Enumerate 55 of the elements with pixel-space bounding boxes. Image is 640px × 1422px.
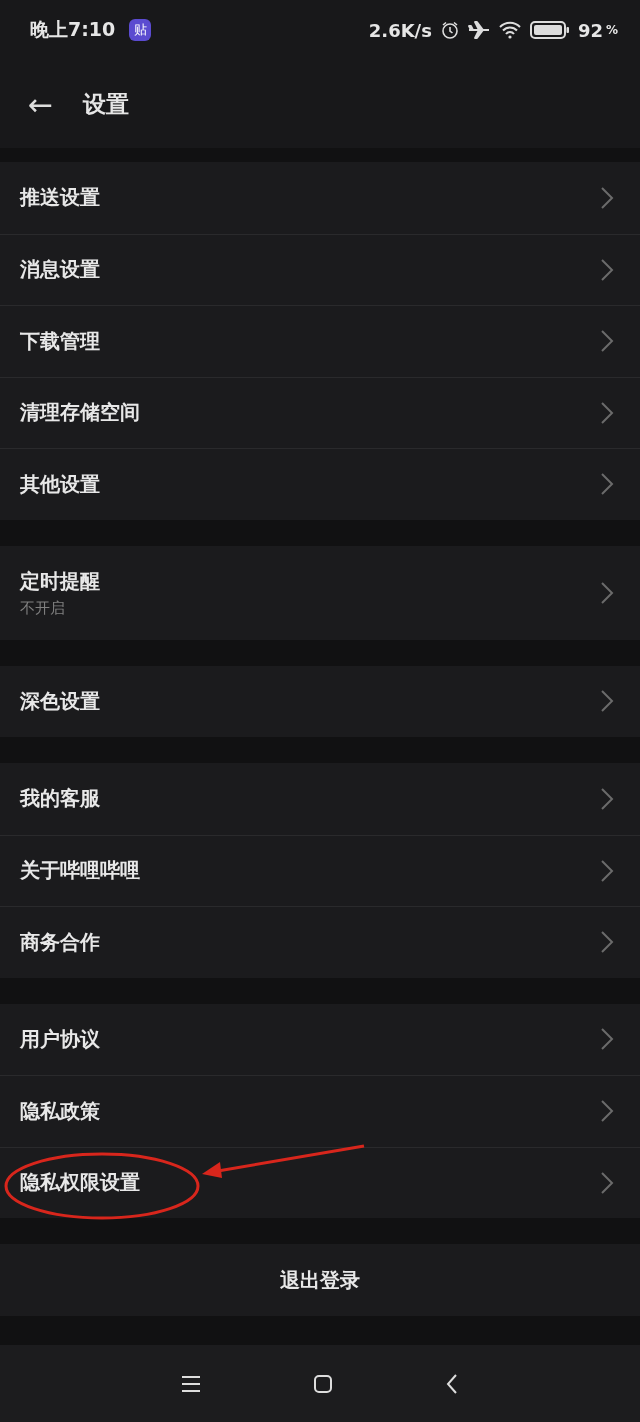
- back-button[interactable]: ←: [28, 86, 54, 122]
- settings-row[interactable]: 定时提醒 不开启: [0, 545, 640, 640]
- chevron-icon: [600, 580, 614, 605]
- settings-row[interactable]: 隐私权限设置: [0, 1146, 640, 1218]
- row-label: 下载管理: [20, 327, 100, 355]
- back-icon[interactable]: [445, 1372, 459, 1395]
- row-label: 隐私权限设置: [20, 1169, 140, 1197]
- row-label: 深色设置: [20, 687, 100, 715]
- settings-row[interactable]: 关于哔哩哔哩: [0, 834, 640, 906]
- chevron-icon: [600, 858, 614, 883]
- row-label: 清理存储空间: [20, 399, 140, 427]
- airplane-icon: [467, 20, 490, 40]
- chevron-icon: [600, 400, 614, 425]
- logout-button[interactable]: 退出登录: [0, 1244, 640, 1316]
- page-title: 设置: [83, 89, 130, 119]
- network-speed: 2.6K/s: [368, 19, 432, 41]
- row-label: 定时提醒: [20, 567, 100, 595]
- chevron-icon: [600, 1170, 614, 1195]
- menu-icon[interactable]: [181, 1374, 201, 1393]
- chevron-icon: [600, 257, 614, 282]
- settings-row[interactable]: 我的客服: [0, 763, 640, 835]
- home-icon[interactable]: [313, 1373, 333, 1394]
- row-label: 隐私政策: [20, 1097, 100, 1125]
- chevron-icon: [600, 185, 614, 210]
- row-label: 消息设置: [20, 256, 100, 284]
- settings-row[interactable]: 消息设置: [0, 233, 640, 305]
- settings-row[interactable]: 深色设置: [0, 665, 640, 737]
- chevron-icon: [600, 1027, 614, 1052]
- chevron-icon: [600, 472, 614, 497]
- settings-row[interactable]: 用户协议: [0, 1003, 640, 1075]
- row-label: 用户协议: [20, 1025, 100, 1053]
- battery-unit: %: [605, 23, 618, 37]
- battery-icon: [529, 21, 570, 39]
- status-time: 晚上7:10: [30, 17, 116, 42]
- chevron-icon: [600, 689, 614, 714]
- row-subtitle: 不开启: [20, 598, 66, 618]
- row-label: 我的客服: [20, 785, 100, 813]
- alarm-icon: [439, 20, 460, 40]
- wifi-icon: [497, 21, 522, 39]
- settings-row[interactable]: 下载管理: [0, 305, 640, 377]
- chevron-icon: [600, 1099, 614, 1124]
- settings-row[interactable]: 其他设置: [0, 448, 640, 520]
- app-notification-icon: 贴: [129, 19, 152, 41]
- battery-level: 92: [577, 19, 603, 41]
- row-label: 推送设置: [20, 184, 100, 212]
- settings-row[interactable]: 商务合作: [0, 906, 640, 978]
- chevron-icon: [600, 930, 614, 955]
- row-label: 其他设置: [20, 470, 100, 498]
- chevron-icon: [600, 329, 614, 354]
- settings-row[interactable]: 隐私政策: [0, 1075, 640, 1147]
- row-label: 商务合作: [20, 928, 100, 956]
- settings-row[interactable]: 推送设置: [0, 162, 640, 234]
- settings-row[interactable]: 清理存储空间: [0, 376, 640, 448]
- chevron-icon: [600, 786, 614, 811]
- row-label: 关于哔哩哔哩: [20, 857, 140, 885]
